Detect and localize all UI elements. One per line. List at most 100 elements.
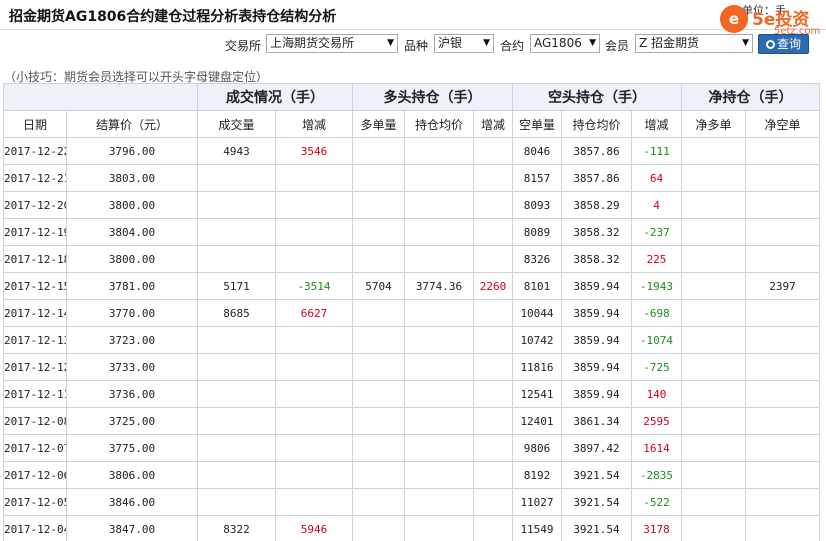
cell-long-change: 2260 bbox=[473, 272, 513, 300]
cell-long-qty bbox=[352, 137, 405, 165]
cell-long-qty bbox=[352, 353, 405, 381]
cell-net-short bbox=[745, 407, 820, 435]
cell-volume-change bbox=[275, 380, 353, 408]
cell-short-change: -698 bbox=[631, 299, 682, 327]
column-header-long-avg[interactable]: 持仓均价 bbox=[404, 110, 474, 138]
cell-short-change: 4 bbox=[631, 191, 682, 219]
cell-short-avg: 3859.94 bbox=[561, 353, 632, 381]
cell-volume-change: 6627 bbox=[275, 299, 353, 327]
cell-long-change bbox=[473, 515, 513, 541]
position-table: 成交情况（手） 多头持仓（手） 空头持仓（手） 净持仓（手） 日期 结算价（元）… bbox=[3, 83, 820, 541]
product-select[interactable]: 沪银 ▼ bbox=[434, 34, 494, 53]
cell-long-qty bbox=[352, 218, 405, 246]
table-row: 2017-12-21 3803.00 8157 3857.86 64 bbox=[3, 164, 820, 192]
cell-volume-change bbox=[275, 245, 353, 273]
cell-long-avg bbox=[404, 380, 474, 408]
member-select[interactable]: Z 招金期货 ▼ bbox=[635, 34, 753, 53]
column-header-net-long[interactable]: 净多单 bbox=[681, 110, 746, 138]
cell-volume-change: -3514 bbox=[275, 272, 353, 300]
cell-long-avg bbox=[404, 245, 474, 273]
cell-long-qty bbox=[352, 245, 405, 273]
cell-long-change bbox=[473, 407, 513, 435]
cell-net-long bbox=[681, 299, 746, 327]
cell-short-qty: 8192 bbox=[512, 461, 562, 489]
search-icon bbox=[765, 40, 775, 49]
cell-settle: 3736.00 bbox=[66, 380, 198, 408]
column-header-long-qty[interactable]: 多单量 bbox=[352, 110, 405, 138]
cell-net-short bbox=[745, 461, 820, 489]
exchange-select-value: 上海期货交易所 bbox=[270, 36, 355, 50]
cell-settle: 3733.00 bbox=[66, 353, 198, 381]
cell-long-avg bbox=[404, 488, 474, 516]
column-header-short-avg[interactable]: 持仓均价 bbox=[561, 110, 632, 138]
cell-long-qty bbox=[352, 380, 405, 408]
cell-long-avg bbox=[404, 434, 474, 462]
cell-short-qty: 8326 bbox=[512, 245, 562, 273]
cell-short-qty: 9806 bbox=[512, 434, 562, 462]
product-label: 品种 bbox=[404, 39, 429, 53]
column-header-row: 日期 结算价（元） 成交量 增减 多单量 持仓均价 增减 空单量 持仓均价 增减… bbox=[3, 110, 820, 138]
cell-date: 2017-12-21 bbox=[3, 164, 67, 192]
cell-short-avg: 3858.32 bbox=[561, 245, 632, 273]
page-title: 招金期货AG1806合约建仓过程分析表持仓结构分析 bbox=[9, 9, 337, 25]
exchange-select[interactable]: 上海期货交易所 ▼ bbox=[266, 34, 398, 53]
cell-volume bbox=[197, 380, 276, 408]
cell-short-qty: 10044 bbox=[512, 299, 562, 327]
column-header-volume[interactable]: 成交量 bbox=[197, 110, 276, 138]
cell-volume-change bbox=[275, 218, 353, 246]
column-header-settle[interactable]: 结算价（元） bbox=[66, 110, 198, 138]
cell-long-avg bbox=[404, 164, 474, 192]
group-header-net: 净持仓（手） bbox=[681, 83, 820, 111]
cell-net-long bbox=[681, 461, 746, 489]
cell-short-avg: 3897.42 bbox=[561, 434, 632, 462]
product-select-value: 沪银 bbox=[438, 36, 463, 50]
column-header-net-short[interactable]: 净空单 bbox=[745, 110, 820, 138]
cell-long-avg bbox=[404, 353, 474, 381]
cell-volume: 8685 bbox=[197, 299, 276, 327]
cell-long-change bbox=[473, 191, 513, 219]
table-row: 2017-12-05 3846.00 11027 3921.54 -522 bbox=[3, 488, 820, 516]
chevron-down-icon: ▼ bbox=[589, 38, 596, 48]
cell-short-avg: 3857.86 bbox=[561, 164, 632, 192]
cell-long-avg bbox=[404, 515, 474, 541]
group-header-volume: 成交情况（手） bbox=[197, 83, 353, 111]
query-button-label: 查询 bbox=[776, 37, 801, 51]
cell-volume bbox=[197, 326, 276, 354]
column-header-short-qty[interactable]: 空单量 bbox=[512, 110, 562, 138]
table-row: 2017-12-15 3781.00 5171 -3514 5704 3774.36 226… bbox=[3, 272, 820, 300]
column-header-volume-change[interactable]: 增减 bbox=[275, 110, 353, 138]
cell-short-qty: 11027 bbox=[512, 488, 562, 516]
column-header-date[interactable]: 日期 bbox=[3, 110, 67, 138]
cell-net-short bbox=[745, 326, 820, 354]
column-header-short-change[interactable]: 增减 bbox=[631, 110, 682, 138]
cell-short-change: -1074 bbox=[631, 326, 682, 354]
column-header-long-change[interactable]: 增减 bbox=[473, 110, 513, 138]
cell-volume-change bbox=[275, 434, 353, 462]
cell-long-change bbox=[473, 461, 513, 489]
cell-date: 2017-12-05 bbox=[3, 488, 67, 516]
cell-volume bbox=[197, 164, 276, 192]
cell-volume bbox=[197, 245, 276, 273]
member-label: 会员 bbox=[605, 39, 630, 53]
cell-net-long bbox=[681, 380, 746, 408]
cell-volume bbox=[197, 218, 276, 246]
cell-date: 2017-12-13 bbox=[3, 326, 67, 354]
cell-volume bbox=[197, 407, 276, 435]
cell-long-change bbox=[473, 137, 513, 165]
cell-date: 2017-12-11 bbox=[3, 380, 67, 408]
cell-volume-change: 5946 bbox=[275, 515, 353, 541]
table-row: 2017-12-14 3770.00 8685 6627 10044 3859.94 -69… bbox=[3, 299, 820, 327]
cell-volume bbox=[197, 353, 276, 381]
cell-short-change: -725 bbox=[631, 353, 682, 381]
cell-short-change: -237 bbox=[631, 218, 682, 246]
cell-short-change: -111 bbox=[631, 137, 682, 165]
cell-long-qty bbox=[352, 164, 405, 192]
cell-net-long bbox=[681, 434, 746, 462]
contract-select[interactable]: AG1806 ▼ bbox=[530, 34, 600, 53]
cell-long-qty bbox=[352, 407, 405, 435]
table-row: 2017-12-12 3733.00 11816 3859.94 -725 bbox=[3, 353, 820, 381]
cell-date: 2017-12-07 bbox=[3, 434, 67, 462]
cell-settle: 3847.00 bbox=[66, 515, 198, 541]
query-button[interactable]: 查询 bbox=[758, 34, 809, 54]
table-row: 2017-12-18 3800.00 8326 3858.32 225 bbox=[3, 245, 820, 273]
